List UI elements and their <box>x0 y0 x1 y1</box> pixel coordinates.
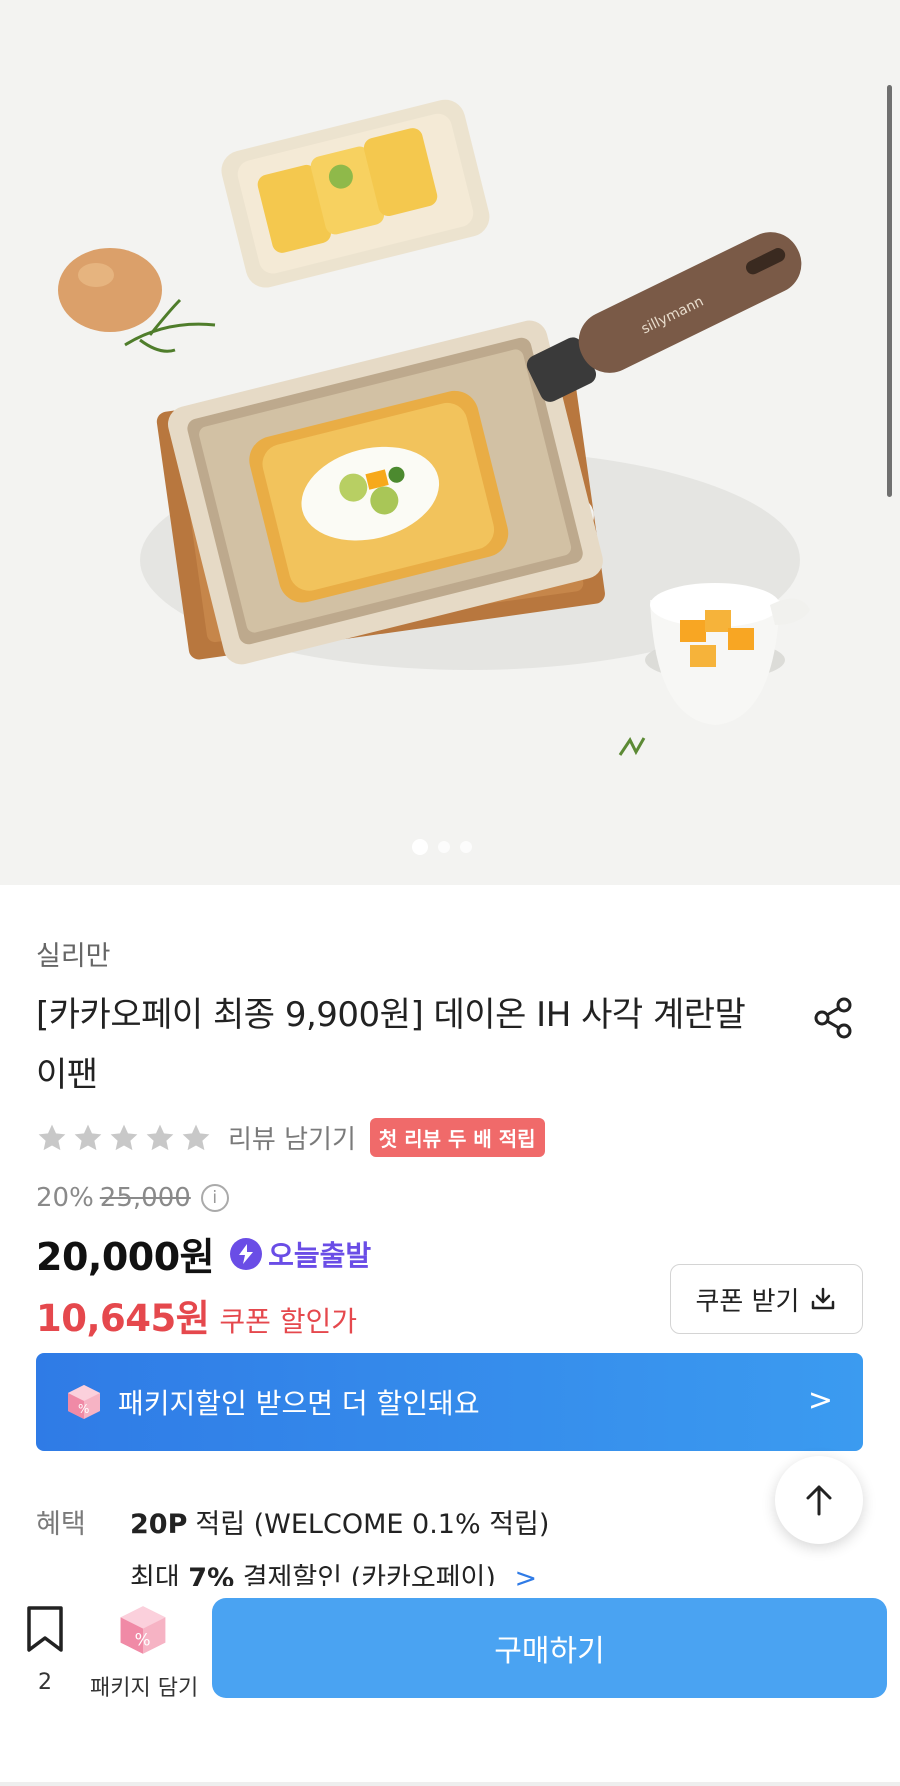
package-add-button[interactable]: % <box>88 1602 198 1658</box>
coupon-price-row: 10,645원 쿠폰 할인가 <box>36 1288 357 1342</box>
bookmark-icon <box>27 1606 63 1652</box>
arrow-up-icon <box>806 1485 832 1516</box>
carousel-dot-3[interactable] <box>460 841 472 853</box>
points-benefit: 20P 적립 (WELCOME 0.1% 적립) <box>130 1502 549 1541</box>
shipping-badge-label: 오늘출발 <box>268 1238 372 1272</box>
review-promo-badge: 첫 리뷰 두 배 적립 <box>369 1118 545 1157</box>
star-icon <box>146 1124 174 1150</box>
carousel-dot-2[interactable] <box>438 841 450 853</box>
wishlist-count: 2 <box>38 1670 52 1695</box>
home-indicator <box>0 1782 900 1786</box>
bolt-icon <box>230 1237 263 1270</box>
get-coupon-button[interactable]: 쿠폰 받기 <box>670 1264 863 1334</box>
scrollbar[interactable] <box>887 85 892 497</box>
coupon-price-label: 쿠폰 할인가 <box>219 1305 358 1338</box>
package-icon: % <box>120 1606 166 1654</box>
wishlist-button[interactable] <box>22 1604 68 1654</box>
package-add-label: 패키지 담기 <box>90 1676 199 1701</box>
discount-rate: 20% <box>36 1183 94 1213</box>
points-text: 적립 (WELCOME 0.1% 적립) <box>195 1509 550 1540</box>
original-price: 25,000 <box>99 1183 191 1213</box>
product-title: [카카오페이 최종 9,900원] 데이온 IH 사각 계란말이팬 <box>36 995 746 1095</box>
buy-button-label: 구매하기 <box>494 1634 605 1669</box>
carousel-dot-1[interactable] <box>412 839 428 855</box>
points-amount: 20P <box>130 1509 188 1540</box>
write-review-link[interactable]: 리뷰 남기기 <box>228 1119 356 1156</box>
product-photo: sillymann <box>58 99 810 756</box>
info-icon[interactable]: i <box>200 1184 229 1212</box>
carousel-dots <box>412 839 472 855</box>
scroll-to-top-button[interactable] <box>775 1456 863 1544</box>
shipping-badge: 오늘출발 <box>230 1234 371 1274</box>
svg-text:%: % <box>78 1402 89 1416</box>
buy-button[interactable]: 구매하기 <box>212 1598 887 1698</box>
package-icon: % <box>68 1385 100 1419</box>
chevron-right-icon: > <box>807 1383 833 1418</box>
bottom-action-bar: 2 % 패키지 담기 구매하기 <box>0 1586 900 1786</box>
brand-name[interactable]: 실리만 <box>36 934 111 973</box>
download-icon <box>812 1287 835 1310</box>
star-icon <box>38 1124 66 1150</box>
benefits-label: 혜택 <box>36 1509 86 1540</box>
get-coupon-label: 쿠폰 받기 <box>695 1286 800 1317</box>
coupon-price: 10,645원 <box>36 1297 210 1340</box>
share-icon[interactable] <box>810 995 856 1041</box>
package-banner-text: 패키지할인 받으면 더 할인돼요 <box>118 1387 480 1420</box>
product-image[interactable]: sillymann <box>0 0 900 885</box>
discount-row: 20% 25,000 i <box>36 1183 229 1213</box>
price-row: 20,000원 오늘출발 <box>36 1226 371 1281</box>
star-icon <box>74 1124 102 1150</box>
svg-text:%: % <box>135 1629 151 1649</box>
star-icon <box>182 1124 210 1150</box>
package-discount-banner[interactable]: % 패키지할인 받으면 더 할인돼요 > <box>36 1353 863 1451</box>
sale-price: 20,000원 <box>36 1235 215 1279</box>
star-icon <box>110 1124 138 1150</box>
rating-row: 리뷰 남기기 첫 리뷰 두 배 적립 <box>36 1118 545 1157</box>
